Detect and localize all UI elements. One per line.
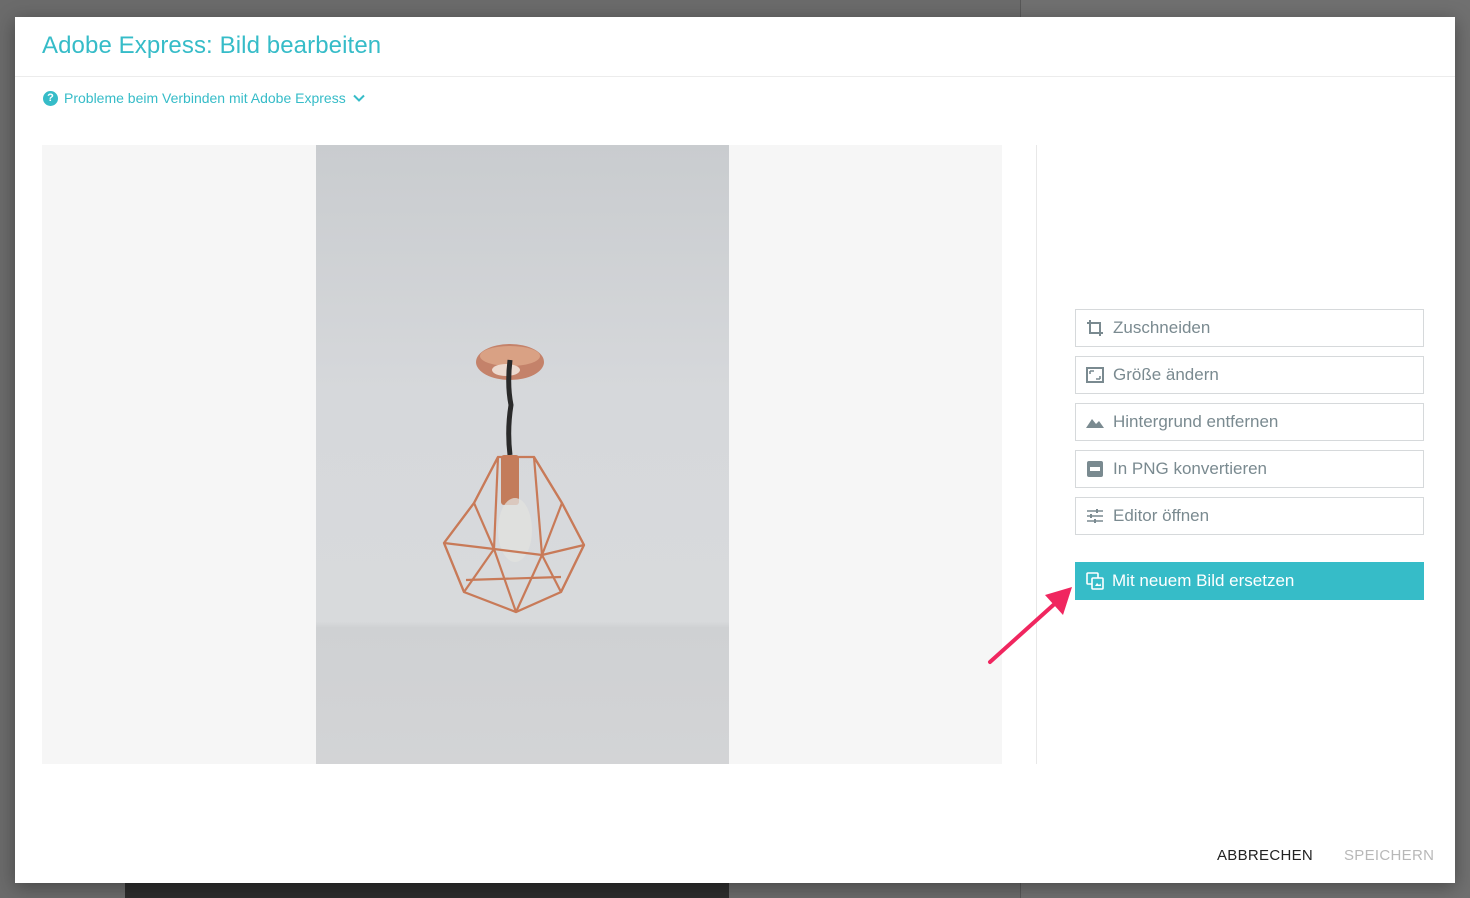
replace-image-button[interactable]: Mit neuem Bild ersetzen <box>1075 562 1424 600</box>
dialog-title: Adobe Express: Bild bearbeiten <box>42 32 382 59</box>
resize-icon <box>1085 365 1105 385</box>
connection-help-label: Probleme beim Verbinden mit Adobe Expres… <box>64 90 346 106</box>
open-editor-button[interactable]: Editor öffnen <box>1075 497 1424 535</box>
png-icon <box>1085 459 1105 479</box>
edit-image-dialog: Adobe Express: Bild bearbeiten ? Problem… <box>15 17 1455 883</box>
connection-help-toggle[interactable]: ? Probleme beim Verbinden mit Adobe Expr… <box>43 89 366 107</box>
save-button[interactable]: SPEICHERN <box>1344 847 1434 864</box>
dialog-header: Adobe Express: Bild bearbeiten <box>15 17 1455 77</box>
replace-image-icon <box>1085 571 1105 591</box>
crop-label: Zuschneiden <box>1113 318 1211 337</box>
image-preview <box>316 145 729 764</box>
edit-actions: Zuschneiden Größe ändern Hintergrund ent… <box>1075 309 1424 544</box>
resize-label: Größe ändern <box>1113 365 1219 384</box>
pendant-lamp-photo <box>442 344 586 614</box>
cancel-button[interactable]: ABBRECHEN <box>1217 847 1313 864</box>
crop-icon <box>1085 318 1105 338</box>
convert-png-button[interactable]: In PNG konvertieren <box>1075 450 1424 488</box>
remove-background-button[interactable]: Hintergrund entfernen <box>1075 403 1424 441</box>
open-editor-label: Editor öffnen <box>1113 506 1210 525</box>
chevron-down-icon <box>353 94 365 102</box>
crop-button[interactable]: Zuschneiden <box>1075 309 1424 347</box>
background-bottom-bar <box>125 883 729 898</box>
image-preview-area <box>42 145 1002 764</box>
annotation-arrow <box>988 587 1072 664</box>
sliders-icon <box>1085 506 1105 526</box>
convert-png-label: In PNG konvertieren <box>1113 459 1268 478</box>
replace-image-label: Mit neuem Bild ersetzen <box>1112 571 1295 590</box>
resize-button[interactable]: Größe ändern <box>1075 356 1424 394</box>
help-icon: ? <box>43 90 58 106</box>
remove-background-label: Hintergrund entfernen <box>1113 412 1279 431</box>
landscape-icon <box>1085 412 1105 432</box>
